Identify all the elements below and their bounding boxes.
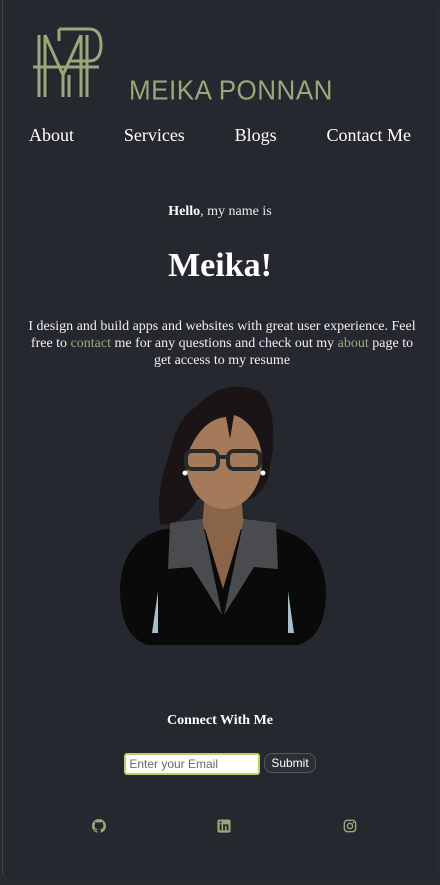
- brand-name: MEIKA PONNAN: [129, 74, 333, 106]
- intro-text: I design and build apps and websites wit…: [25, 318, 419, 369]
- page: MEIKA PONNAN About Services Blogs Contac…: [2, 1, 437, 879]
- nav-contact-me[interactable]: Contact Me: [326, 125, 410, 146]
- nav-blogs[interactable]: Blogs: [235, 125, 277, 146]
- greeting: Hello, my name is: [3, 204, 437, 220]
- nav-services[interactable]: Services: [124, 125, 185, 146]
- contact-link[interactable]: contact: [71, 336, 111, 351]
- email-input[interactable]: [124, 753, 261, 775]
- greeting-bold: Hello: [168, 204, 201, 219]
- greeting-rest: , my name is: [200, 204, 272, 219]
- nav-about[interactable]: About: [29, 125, 74, 146]
- main-nav: About Services Blogs Contact Me: [3, 125, 437, 146]
- logo[interactable]: [33, 25, 105, 103]
- avatar-illustration: [120, 386, 326, 645]
- page-title: Meika!: [168, 247, 272, 284]
- intro-text-part: me for any questions and check out my: [110, 336, 338, 351]
- connect-title: Connect With Me: [166, 713, 274, 728]
- about-link[interactable]: about: [338, 336, 369, 351]
- submit-button[interactable]: Submit: [264, 753, 316, 773]
- social-links: [3, 819, 437, 835]
- github-icon[interactable]: [92, 819, 106, 833]
- subscribe-form: Submit: [3, 753, 437, 775]
- linkedin-icon[interactable]: [217, 819, 231, 833]
- header: MEIKA PONNAN: [3, 1, 437, 113]
- instagram-icon[interactable]: [343, 819, 357, 833]
